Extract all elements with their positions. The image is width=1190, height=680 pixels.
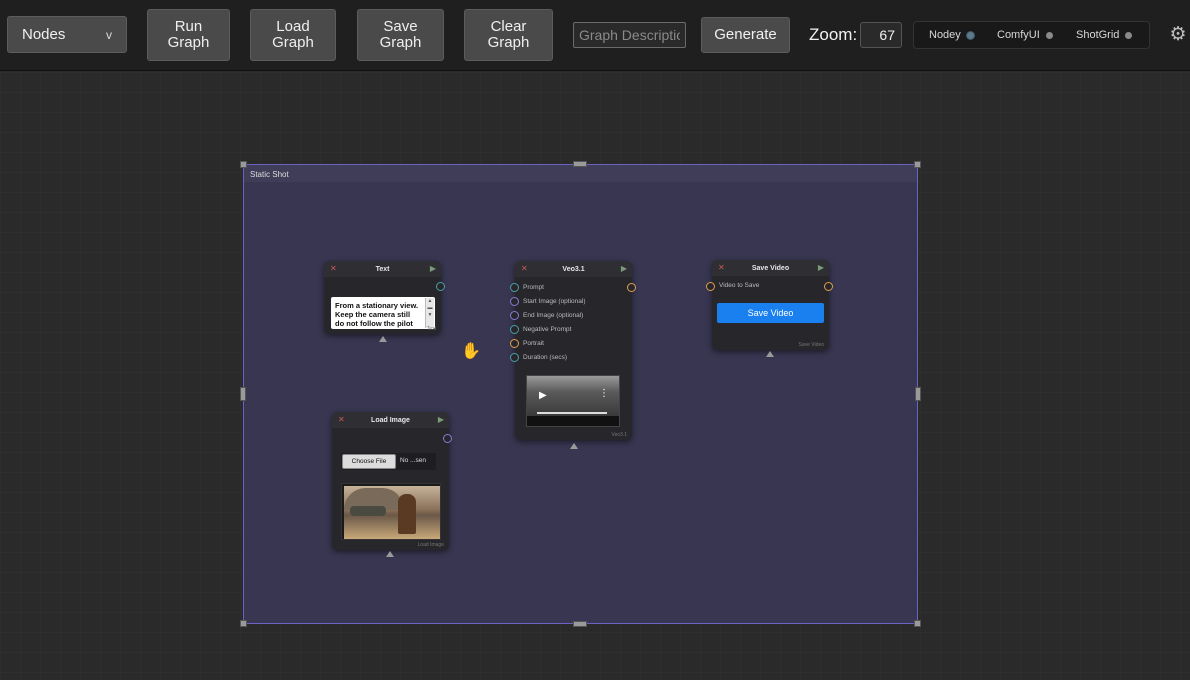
node-header[interactable]: ✕ Save Video ▶ [712,260,829,276]
graph-description-input[interactable] [573,22,686,48]
image-plane [350,506,386,516]
input-label-negative-prompt: Negative Prompt [523,326,572,333]
load-image-node[interactable]: ✕ Load Image ▶ Choose File No ...sen Loa… [332,412,449,550]
node-footer: Load Image [417,542,444,548]
gear-icon[interactable]: ⚙ [1168,25,1188,45]
zoom-input[interactable]: 67 [860,22,902,48]
input-label-video: Video to Save [719,282,760,289]
input-port-negative-prompt[interactable] [510,325,519,334]
collapse-icon[interactable] [379,336,387,342]
resize-handle-top-left[interactable] [240,161,247,168]
node-footer: Text [426,326,436,332]
save-video-button[interactable]: Save Video [717,303,824,323]
play-icon[interactable]: ▶ [539,390,547,401]
status-label: Nodey [929,29,961,41]
input-port-end-image[interactable] [510,311,519,320]
image-preview [341,483,441,540]
save-video-node[interactable]: ✕ Save Video ▶ Video to Save Save Video … [712,260,829,350]
generate-button[interactable]: Generate [701,17,790,53]
collapse-icon[interactable] [386,551,394,557]
input-port-duration[interactable] [510,353,519,362]
status-nodey[interactable]: Nodey [929,29,974,41]
status-comfyui[interactable]: ComfyUI [997,29,1053,41]
zoom-label: Zoom: [809,25,858,44]
input-label-start-image: Start Image (optional) [523,298,586,305]
close-icon[interactable]: ✕ [330,264,337,273]
node-header[interactable]: ✕ Text ▶ [324,261,441,277]
node-title: Load Image [371,416,410,424]
load-image-output-port[interactable] [443,434,452,443]
image-pilot [398,494,416,534]
service-status-group: Nodey ComfyUI ShotGrid [913,21,1150,49]
status-label: ComfyUI [997,29,1040,41]
run-node-icon[interactable]: ▶ [818,263,824,272]
status-label: ShotGrid [1076,29,1120,41]
run-node-icon[interactable]: ▶ [438,415,444,424]
resize-handle-bottom-right[interactable] [914,620,921,627]
file-name-text: No ...sen [400,457,427,464]
text-node[interactable]: ✕ Text ▶ From a stationary view. Keep th… [324,261,441,334]
status-shotgrid[interactable]: ShotGrid [1076,29,1133,41]
more-options-icon[interactable]: ⋮ [599,388,609,399]
node-header[interactable]: ✕ Load Image ▶ [332,412,449,428]
resize-handle-top[interactable] [573,161,587,167]
input-label-duration: Duration (secs) [523,354,568,361]
nodes-dropdown[interactable]: Nodes v [7,16,127,53]
close-icon[interactable]: ✕ [521,264,528,273]
collapse-icon[interactable] [766,351,774,357]
node-header[interactable]: ✕ Veo3.1 ▶ [515,261,632,277]
status-dot-icon [1125,31,1133,39]
node-title: Text [375,265,390,273]
text-output-port[interactable] [436,282,445,291]
run-node-icon[interactable]: ▶ [430,264,436,273]
input-label-end-image: End Image (optional) [523,312,584,319]
node-title: Veo3.1 [562,265,585,273]
file-input[interactable]: Choose File No ...sen [341,453,436,470]
input-label-portrait: Portrait [523,340,544,347]
status-dot-icon [966,31,974,39]
save-video-output-port[interactable] [824,282,833,291]
run-node-icon[interactable]: ▶ [621,264,627,273]
input-label-prompt: Prompt [523,284,544,291]
nodes-dropdown-label: Nodes [22,25,66,43]
resize-handle-bottom-left[interactable] [240,620,247,627]
video-progress-bar[interactable] [537,412,607,414]
scrollbar[interactable]: ▲ ▬ ▼ [425,298,434,328]
load-graph-button[interactable]: Load Graph [250,9,336,61]
node-title: Save Video [751,264,790,272]
veo-output-port[interactable] [627,283,636,292]
close-icon[interactable]: ✕ [718,263,725,272]
input-port-portrait[interactable] [510,339,519,348]
save-graph-button[interactable]: Save Graph [357,9,444,61]
collapse-icon[interactable] [570,443,578,449]
resize-handle-top-right[interactable] [914,161,921,168]
group-title[interactable]: Static Shot [244,165,917,182]
resize-handle-left[interactable] [240,387,246,401]
run-graph-button[interactable]: Run Graph [147,9,230,61]
node-footer: Veo3.1 [611,432,627,438]
input-port-prompt[interactable] [510,283,519,292]
veo-node[interactable]: ✕ Veo3.1 ▶ Prompt Start Image (optional)… [515,261,632,440]
choose-file-button[interactable]: Choose File [342,454,396,469]
resize-handle-bottom[interactable] [573,621,587,627]
hand-cursor-icon: ✋ [461,343,481,360]
close-icon[interactable]: ✕ [338,415,345,424]
node-footer: Save Video [798,342,824,348]
text-content-input[interactable]: From a stationary view. Keep the camera … [331,297,435,329]
clear-graph-button[interactable]: Clear Graph [464,9,553,61]
status-dot-icon [1045,31,1053,39]
chevron-down-icon: v [106,27,112,42]
toolbar: Nodes v Run Graph Load Graph Save Graph … [0,0,1190,71]
text-content: From a stationary view. Keep the camera … [335,301,419,328]
video-preview[interactable]: ▶ ⋮ [526,375,620,427]
input-port-start-image[interactable] [510,297,519,306]
resize-handle-right[interactable] [915,387,921,401]
input-port-video[interactable] [706,282,715,291]
